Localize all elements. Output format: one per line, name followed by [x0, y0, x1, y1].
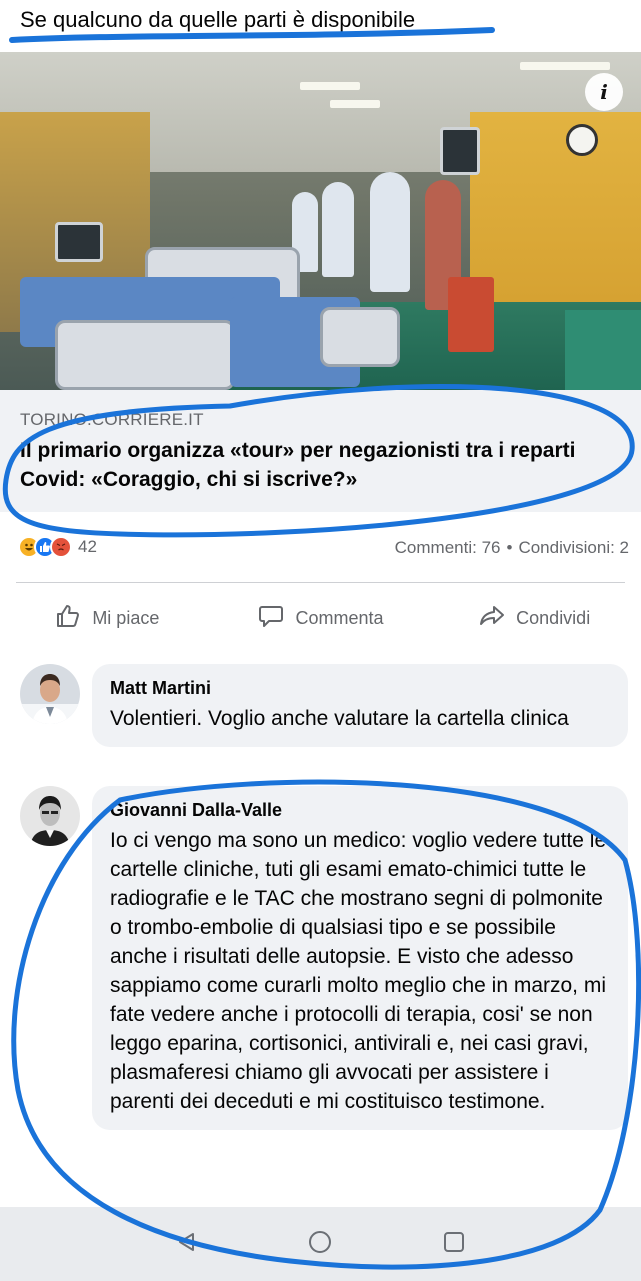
angry-reaction-icon — [50, 536, 72, 558]
back-nav-button[interactable] — [171, 1228, 203, 1260]
post-actions: Mi piace Commenta Condividi — [0, 595, 641, 641]
image-monitor — [440, 127, 480, 175]
image-cabinet — [565, 310, 641, 390]
like-button[interactable]: Mi piace — [0, 595, 214, 641]
home-nav-button[interactable] — [304, 1228, 336, 1260]
home-circle-icon — [307, 1229, 333, 1260]
avatar[interactable] — [20, 786, 80, 846]
image-cart — [448, 277, 494, 352]
reactions-summary[interactable]: 42 — [18, 536, 97, 558]
divider — [16, 582, 625, 583]
comment-author[interactable]: Giovanni Dalla-Valle — [110, 798, 610, 822]
comment-author[interactable]: Matt Martini — [110, 676, 610, 700]
image-ceiling-light — [300, 82, 360, 90]
image-person — [370, 172, 410, 292]
image-ceiling-light — [520, 62, 610, 70]
image-bed — [320, 307, 400, 367]
image-clock — [566, 124, 598, 156]
avatar[interactable] — [20, 664, 80, 724]
info-icon[interactable]: i — [585, 73, 623, 111]
shares-count[interactable]: Condivisioni: 2 — [518, 538, 629, 557]
recents-nav-button[interactable] — [438, 1228, 470, 1260]
separator-dot: • — [506, 538, 513, 557]
share-button[interactable]: Condividi — [427, 595, 641, 641]
comments-count[interactable]: Commenti: 76 — [395, 538, 501, 557]
recents-square-icon — [442, 1230, 466, 1259]
link-domain: TORINO.CORRIERE.IT — [20, 410, 204, 429]
comment-bubble[interactable]: Giovanni Dalla-Valle Io ci vengo ma sono… — [92, 786, 628, 1130]
share-label: Condividi — [516, 607, 591, 628]
reaction-count: 42 — [78, 537, 97, 556]
link-preview-image[interactable] — [0, 52, 641, 390]
back-triangle-icon — [175, 1230, 199, 1259]
comment-text: Io ci vengo ma sono un medico: voglio ve… — [110, 829, 607, 1113]
link-title: Il primario organizza «tour» per negazio… — [20, 439, 576, 491]
post-stats: 42 Commenti: 76 • Condivisioni: 2 — [0, 532, 641, 564]
image-person — [322, 182, 354, 277]
image-ceiling-light — [330, 100, 380, 108]
comment-bubble[interactable]: Matt Martini Volentieri. Voglio anche va… — [92, 664, 628, 747]
like-label: Mi piace — [92, 607, 160, 628]
share-arrow-icon — [478, 602, 506, 635]
link-preview-caption[interactable]: TORINO.CORRIERE.IT Il primario organizza… — [0, 390, 641, 512]
image-wall — [470, 112, 641, 302]
comment-label: Commenta — [295, 607, 384, 628]
post-text: Se qualcuno da quelle parti è disponibil… — [20, 7, 416, 32]
image-monitor — [55, 222, 103, 262]
comment-button[interactable]: Commenta — [214, 595, 428, 641]
comments-shares-summary[interactable]: Commenti: 76 • Condivisioni: 2 — [395, 538, 629, 558]
android-navigation-bar — [0, 1207, 641, 1281]
comment-bubble-icon — [257, 602, 285, 635]
image-bed — [55, 320, 235, 390]
screenshot-page: Se qualcuno da quelle parti è disponibil… — [0, 0, 641, 1281]
thumbs-up-icon — [54, 602, 82, 635]
comment-text: Volentieri. Voglio anche valutare la car… — [110, 707, 569, 730]
